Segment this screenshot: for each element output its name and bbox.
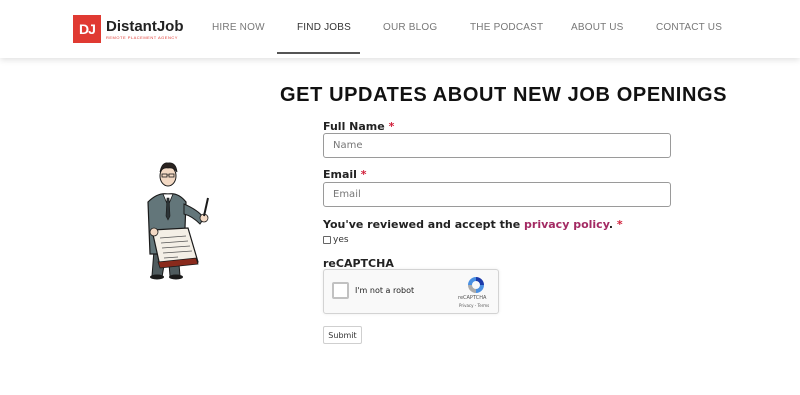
site-header: DJ DistantJob REMOTE PLACEMENT AGENCY HI… (0, 0, 800, 58)
nav-about-us[interactable]: ABOUT US (571, 22, 624, 33)
yes-checkbox[interactable] (323, 236, 331, 244)
email-input[interactable] (323, 182, 671, 207)
full-name-label: Full Name * (323, 120, 395, 133)
recaptcha-logo-icon (466, 275, 486, 295)
submit-button[interactable]: Submit (323, 326, 362, 344)
recaptcha-checkbox[interactable] (332, 282, 349, 299)
page-title: GET UPDATES ABOUT NEW JOB OPENINGS (280, 84, 728, 106)
recaptcha-terms-links[interactable]: Privacy - Terms (459, 303, 489, 308)
businessman-illustration (138, 158, 218, 280)
recaptcha-widget: I'm not a robot reCAPTCHA Privacy - Term… (323, 269, 499, 314)
nav-hire-now[interactable]: HIRE NOW (212, 22, 265, 33)
required-mark: * (360, 168, 367, 181)
nav-our-blog[interactable]: OUR BLOG (383, 22, 437, 33)
logo-tagline: REMOTE PLACEMENT AGENCY (106, 34, 178, 40)
privacy-yes-option[interactable]: yes (323, 235, 349, 245)
email-label: Email * (323, 168, 367, 181)
logo-name: DistantJob (106, 17, 184, 35)
nav-contact-us[interactable]: CONTACT US (656, 22, 722, 33)
required-mark: * (388, 120, 395, 133)
yes-label: yes (333, 235, 349, 245)
nav-the-podcast[interactable]: THE PODCAST (470, 22, 543, 33)
privacy-policy-link[interactable]: privacy policy (524, 218, 609, 231)
full-name-input[interactable] (323, 133, 671, 158)
required-mark: * (616, 218, 623, 231)
active-nav-underline (277, 52, 360, 54)
privacy-label: You've reviewed and accept the privacy p… (323, 218, 623, 231)
nav-find-jobs[interactable]: FIND JOBS (297, 22, 351, 33)
recaptcha-checkbox-text: I'm not a robot (355, 286, 415, 295)
recaptcha-brand: reCAPTCHA (458, 295, 487, 301)
site-logo[interactable]: DJ DistantJob REMOTE PLACEMENT AGENCY (73, 15, 184, 43)
logo-mark: DJ (73, 15, 101, 43)
